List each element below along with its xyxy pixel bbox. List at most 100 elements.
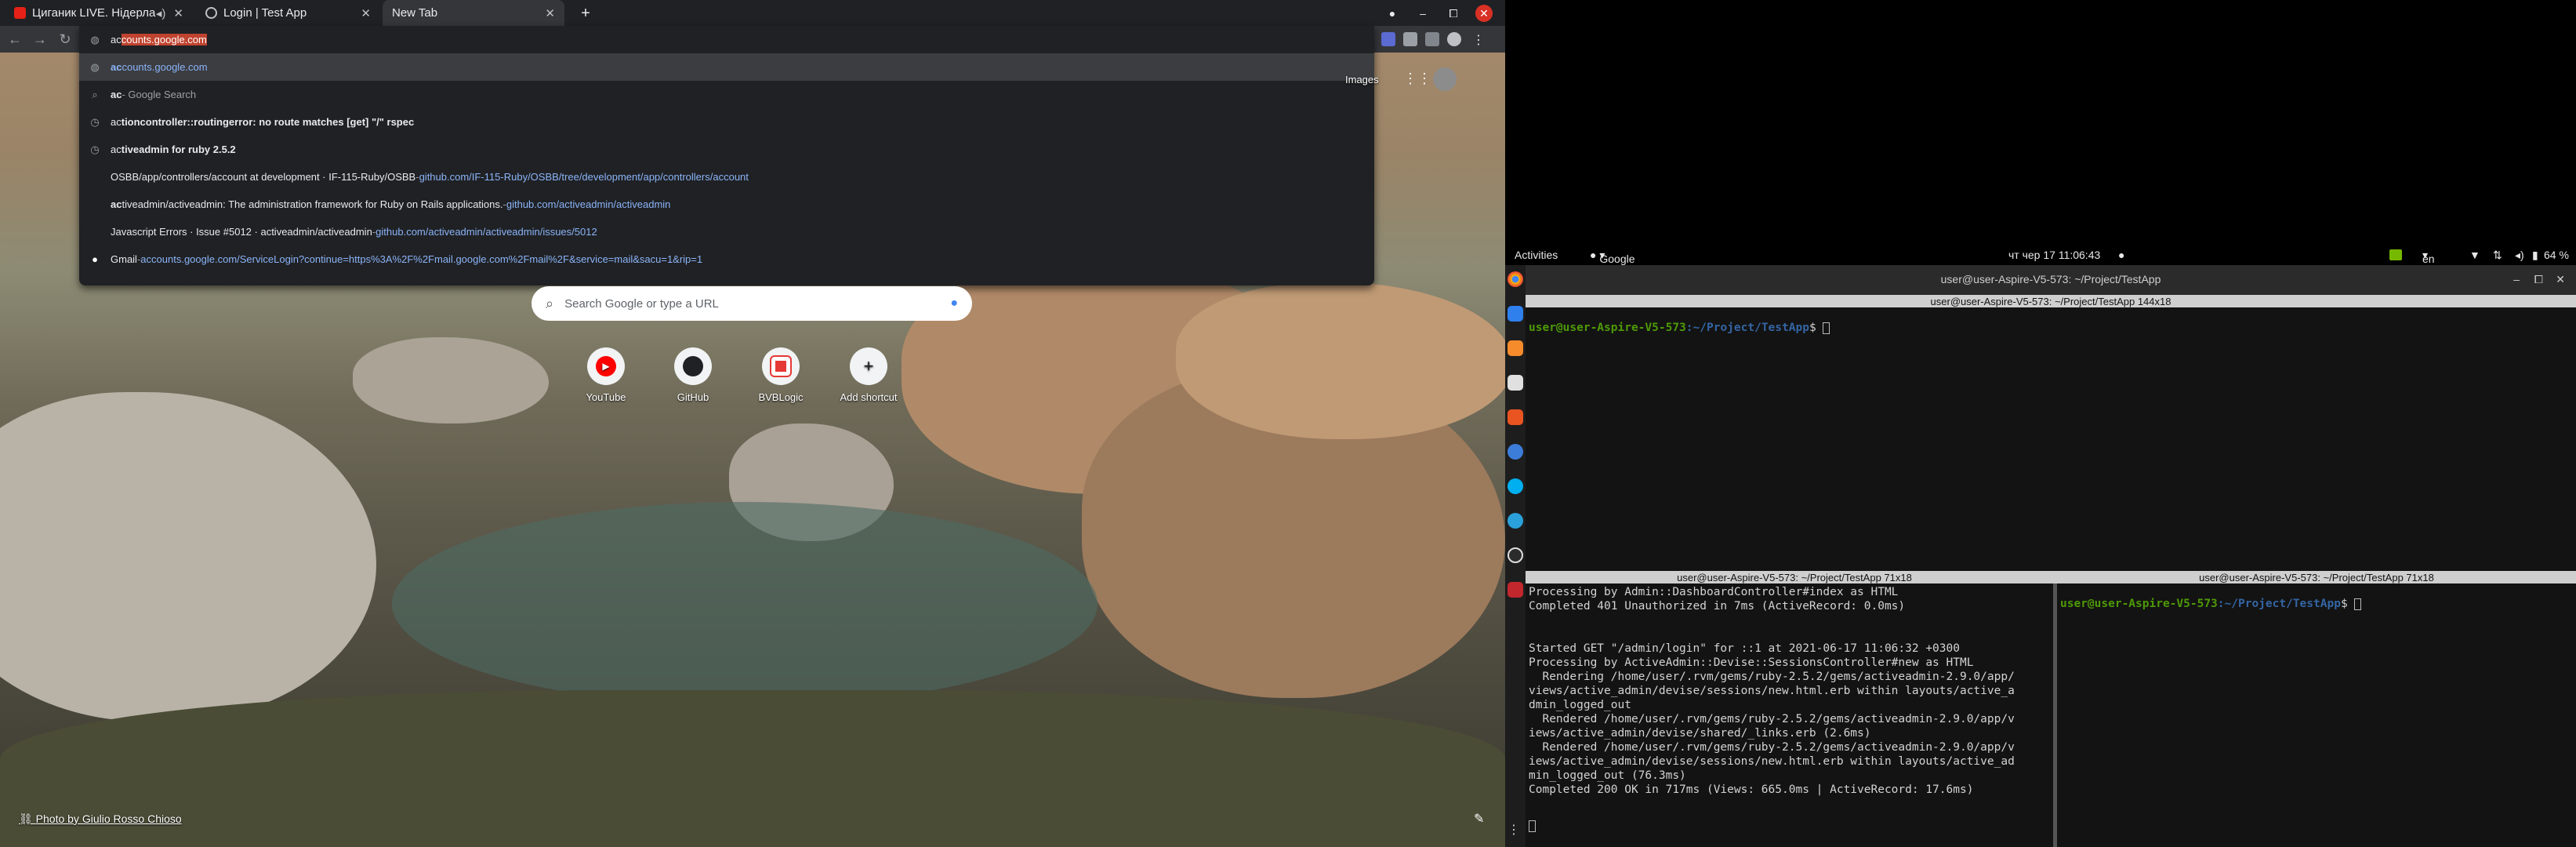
microphone-icon[interactable]: ●	[950, 296, 958, 311]
background-plants	[0, 690, 1505, 847]
tab-search-icon[interactable]: ●	[1384, 5, 1401, 22]
skype-icon[interactable]	[1508, 478, 1523, 494]
images-link[interactable]: Images	[1345, 74, 1379, 85]
pane-divider[interactable]	[2053, 583, 2057, 847]
obs-icon[interactable]	[1508, 547, 1523, 563]
shortcut-label: YouTube	[586, 391, 626, 403]
tab-new-tab[interactable]: New Tab ✕	[383, 0, 564, 26]
history-icon: ◷	[90, 143, 100, 155]
sublime-icon[interactable]	[1508, 340, 1523, 356]
shortcut-github[interactable]: GitHub	[654, 347, 732, 403]
log-line: Processing by Admin::DashboardController…	[1529, 586, 1899, 598]
photo-credit-link[interactable]: ⛓ Photo by Giulio Rosso Chioso	[19, 812, 182, 826]
show-apps-icon[interactable]: ⋮⋮	[1508, 822, 1533, 838]
extension-icon[interactable]	[1381, 32, 1395, 46]
tab-strip: Циганик LIVE. Нідерла ◂) ✕ Login | Test …	[0, 0, 1505, 26]
chrome-icon[interactable]	[1508, 271, 1523, 287]
wifi-icon[interactable]: ▼	[2469, 249, 2480, 261]
suggestion-google-search[interactable]: ⌕ ac - Google Search	[79, 81, 1374, 108]
gnome-top-bar: Activities ● Google Chrome ▾ чт чер 17 1…	[1505, 245, 2576, 278]
apps-grid-icon[interactable]: ⋮⋮	[1403, 71, 1431, 87]
shortcut-label: Add shortcut	[840, 391, 898, 403]
background-rock	[353, 337, 549, 424]
files-icon[interactable]	[1508, 375, 1523, 391]
tab-login[interactable]: Login | Test App ✕	[196, 0, 380, 26]
search-icon: ⌕	[546, 295, 554, 311]
ntp-search-box[interactable]: ⌕ Search Google or type a URL ●	[532, 286, 972, 321]
history-icon: ◷	[90, 115, 100, 128]
menu-icon[interactable]: ⋮	[1472, 32, 1486, 47]
customize-pencil-icon[interactable]: ✎	[1474, 811, 1484, 827]
puzzle-icon[interactable]	[1403, 32, 1417, 46]
close-icon[interactable]: ✕	[173, 6, 183, 20]
autocomplete-text: counts.google.com	[121, 34, 207, 45]
log-line: Rendering /home/user/.rvm/gems/ruby-2.5.…	[1529, 671, 2015, 683]
speaker-icon[interactable]: ◂)	[156, 6, 166, 20]
suggestion-osbb[interactable]: OSBB/app/controllers/account at developm…	[79, 163, 1374, 191]
minimize-icon[interactable]: –	[1414, 5, 1431, 22]
reload-icon[interactable]: ↻	[56, 31, 74, 48]
shortcut-youtube[interactable]: ▶ YouTube	[567, 347, 645, 403]
link-icon: ⛓	[19, 812, 36, 825]
activities-button[interactable]: Activities	[1515, 249, 1558, 261]
suggestion-accounts[interactable]: ◍ accounts.google.com	[79, 53, 1374, 81]
shortcut-add[interactable]: + Add shortcut	[829, 347, 908, 403]
profile-icon[interactable]	[1447, 32, 1461, 46]
language-indicator[interactable]: en ▾	[2422, 249, 2435, 265]
pane-header: user@user-Aspire-V5-573: ~/Project/TestA…	[2057, 571, 2576, 583]
omnibox-input[interactable]: ◍ ac counts.google.com	[79, 26, 1374, 53]
terminal-pane-server-log[interactable]: Processing by Admin::DashboardController…	[1526, 583, 2063, 847]
close-icon[interactable]: ✕	[545, 6, 555, 20]
app-menu[interactable]: ● Google Chrome ▾	[1590, 249, 1638, 278]
account-avatar[interactable]	[1433, 67, 1457, 91]
battery-level: 64 %	[2544, 249, 2569, 261]
youtube-icon: ▶	[587, 347, 625, 385]
omnibox-dropdown: ◍ ac counts.google.com ◍ accounts.google.…	[79, 26, 1374, 285]
suggestion-history-2[interactable]: ◷ ac tiveadmin for ruby 2.5.2	[79, 136, 1374, 163]
playlist-icon[interactable]	[1425, 32, 1439, 46]
youtube-icon	[14, 7, 26, 19]
terminal-title: user@user-Aspire-V5-573: ~/Project/TestA…	[1940, 273, 2161, 285]
minimize-icon[interactable]: –	[2513, 273, 2520, 285]
tab-label: New Tab	[392, 6, 438, 20]
telegram-icon[interactable]	[1508, 513, 1523, 529]
google-icon: ●	[92, 253, 98, 265]
vscode-icon[interactable]	[1508, 306, 1523, 322]
pane-header: user@user-Aspire-V5-573: ~/Project/TestA…	[1526, 295, 2576, 307]
close-icon[interactable]: ✕	[2556, 273, 2565, 286]
log-line: dmin_logged_out	[1529, 699, 1631, 711]
globe-icon: ◍	[90, 33, 100, 45]
tab-youtube[interactable]: Циганик LIVE. Нідерла ◂) ✕	[5, 0, 193, 26]
maximize-icon[interactable]: ⧠	[1445, 5, 1462, 22]
network-icon[interactable]: ⇅	[2493, 249, 2502, 262]
software-center-icon[interactable]	[1508, 409, 1523, 425]
log-line: iews/active_admin/devise/shared/_links.e…	[1529, 727, 1871, 740]
maximize-icon[interactable]: ⧠	[2534, 273, 2543, 286]
terminal-pane-right[interactable]: user@user-Aspire-V5-573:~/Project/TestAp…	[2057, 583, 2576, 847]
nvidia-icon[interactable]	[2389, 249, 2402, 260]
forward-icon[interactable]: →	[31, 31, 49, 48]
suggestion-activeadmin[interactable]: ac tiveadmin/activeadmin: The administrat…	[79, 191, 1374, 218]
chrome-window: Циганик LIVE. Нідерла ◂) ✕ Login | Test …	[0, 0, 1505, 847]
log-line: Processing by ActiveAdmin::Devise::Sessi…	[1529, 656, 1974, 669]
suggestion-history-1[interactable]: ◷ ac tioncontroller::routingerror: no rou…	[79, 108, 1374, 136]
search-icon: ⌕	[92, 88, 98, 100]
help-icon[interactable]	[1508, 444, 1523, 460]
terminal-icon[interactable]	[1508, 582, 1523, 598]
shortcut-bvblogic[interactable]: BVBLogic	[742, 347, 820, 403]
volume-icon[interactable]: ◂)	[2515, 249, 2524, 262]
battery-icon[interactable]: ▮	[2532, 249, 2538, 262]
suggestion-issue[interactable]: Javascript Errors · Issue #5012 · active…	[79, 218, 1374, 245]
close-icon[interactable]: ✕	[361, 6, 371, 20]
back-icon[interactable]: ←	[6, 31, 24, 48]
suggestion-gmail[interactable]: ● Gmail - accounts.google.com/ServiceLog…	[79, 245, 1374, 273]
background-rock	[1176, 282, 1505, 439]
new-tab-plus-icon[interactable]: +	[577, 5, 594, 22]
log-line: Completed 401 Unauthorized in 7ms (Activ…	[1529, 600, 1906, 613]
tab-label: Login | Test App	[223, 6, 307, 20]
clock[interactable]: чт чер 17 11:06:43	[2008, 249, 2100, 261]
log-line: Rendered /home/user/.rvm/gems/ruby-2.5.2…	[1529, 713, 2015, 725]
terminal-pane-top[interactable]: user@user-Aspire-V5-573:~/Project/TestAp…	[1526, 307, 2576, 573]
close-window-icon[interactable]: ✕	[1475, 5, 1493, 22]
